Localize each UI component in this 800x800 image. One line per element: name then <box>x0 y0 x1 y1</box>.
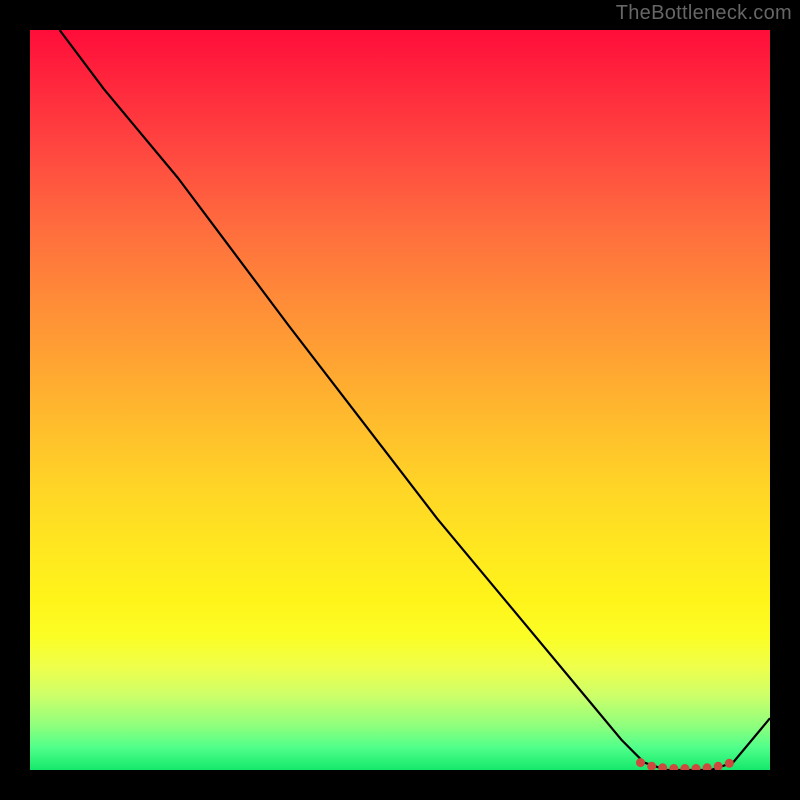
optimal-marker <box>670 765 678 771</box>
optimal-marker <box>714 762 722 770</box>
optimal-marker <box>637 759 645 767</box>
bottleneck-curve <box>60 30 770 770</box>
optimal-marker <box>681 765 689 771</box>
optimal-marker <box>659 764 667 770</box>
optimal-marker <box>703 764 711 770</box>
chart-frame <box>30 30 770 770</box>
optimal-marker <box>725 759 733 767</box>
optimal-marker <box>648 762 656 770</box>
optimal-marker <box>692 765 700 771</box>
optimal-range-markers <box>637 759 734 770</box>
watermark-label: TheBottleneck.com <box>616 2 792 25</box>
chart-svg <box>30 30 770 770</box>
chart-plot-area <box>30 30 770 770</box>
